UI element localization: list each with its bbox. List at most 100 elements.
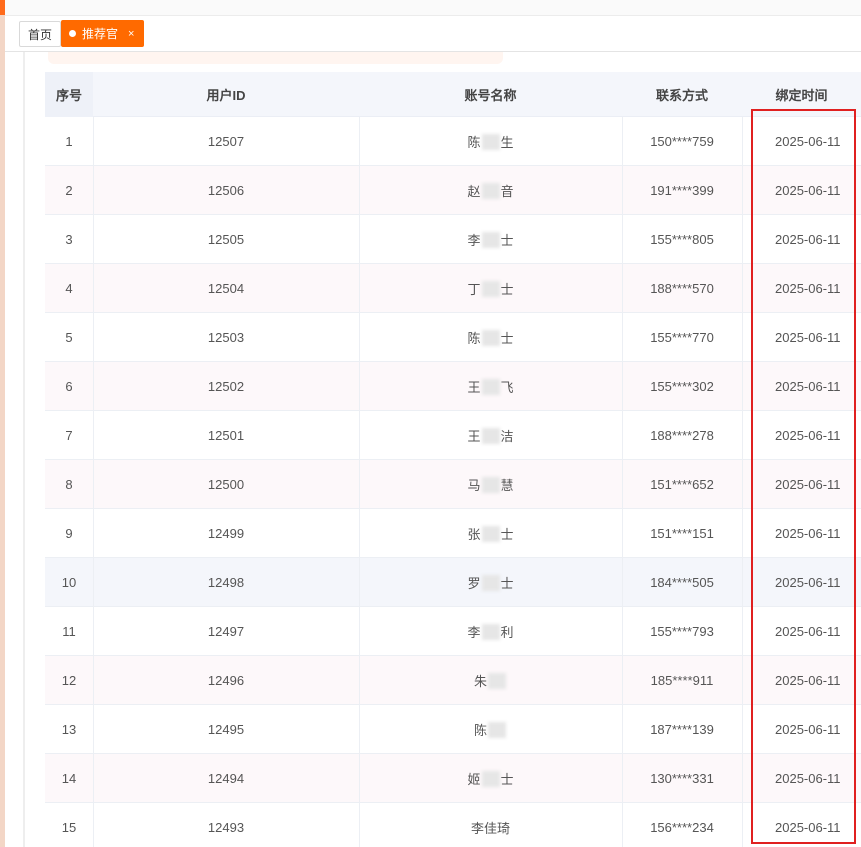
cell-contact: 155****302 [650,379,714,394]
cell-no: 11 [62,624,76,639]
redacted-mask [481,280,500,297]
column-divider [622,460,623,509]
close-icon[interactable]: × [128,28,134,40]
column-divider [622,117,623,166]
redacted-mask [481,574,500,591]
active-dot-icon [69,30,76,37]
redacted-mask [481,182,500,199]
table-row[interactable]: 6 12502 王飞 155****302 2025-06-11 [45,362,861,411]
cell-contact: 155****793 [650,624,714,639]
toolbar-strip [48,52,503,64]
tab-recommender-label: 推荐官 [82,27,119,41]
column-divider [742,656,743,705]
account-name-last: 士 [500,576,514,591]
tab-home[interactable]: 首页 [19,21,61,47]
account-name-last: 士 [500,527,514,542]
table-row[interactable]: 7 12501 王洁 188****278 2025-06-11 [45,411,861,460]
account-name-last: 利 [500,625,514,640]
cell-user-id: 12507 [207,134,245,149]
account-name-last: 洁 [500,429,514,444]
redacted-mask [481,133,500,150]
table-row[interactable]: 10 12498 罗士 184****505 2025-06-11 [45,558,861,607]
cell-contact: 188****570 [650,281,714,296]
cell-user-id: 12504 [207,281,245,296]
column-divider [359,656,360,705]
column-divider [742,460,743,509]
redacted-mask [481,476,500,493]
account-name-first: 罗 [467,576,481,591]
account-name-first: 朱 [473,674,487,689]
column-divider [359,558,360,607]
table-row[interactable]: 9 12499 张士 151****151 2025-06-11 [45,509,861,558]
cell-user-id: 12493 [207,820,245,835]
column-divider [93,362,94,411]
account-name-last: 士 [500,772,514,787]
cell-contact: 185****911 [650,673,714,688]
column-divider [742,215,743,264]
table-row[interactable]: 12 12496 朱 185****911 2025-06-11 [45,656,861,705]
table-row[interactable]: 3 12505 李士 155****805 2025-06-11 [45,215,861,264]
column-header-no: 序号 [45,72,93,117]
column-divider [93,215,94,264]
column-divider [93,558,94,607]
column-divider [359,264,360,313]
account-name-last: 士 [500,282,514,297]
column-divider [93,705,94,754]
cell-user-id: 12503 [207,330,245,345]
table-row[interactable]: 1 12507 陈生 150****759 2025-06-11 [45,117,861,166]
column-divider [93,313,94,362]
table-row[interactable]: 2 12506 赵音 191****399 2025-06-11 [45,166,861,215]
redacted-mask [481,427,500,444]
column-divider [93,607,94,656]
column-divider [93,509,94,558]
column-divider [742,411,743,460]
table-row[interactable]: 4 12504 丁士 188****570 2025-06-11 [45,264,861,313]
column-divider [93,754,94,803]
table-row[interactable]: 15 12493 李佳琦 156****234 2025-06-11 [45,803,861,847]
table-row[interactable]: 8 12500 马慧 151****652 2025-06-11 [45,460,861,509]
cell-account-name: 王飞 [359,362,622,411]
column-divider [622,803,623,847]
cell-no: 15 [61,820,77,835]
cell-user-id: 12497 [207,624,245,639]
cell-no: 13 [61,722,77,737]
column-divider [359,754,360,803]
column-divider [622,313,623,362]
cell-contact: 156****234 [650,820,714,835]
cell-no: 8 [65,477,73,492]
table-row[interactable]: 11 12497 李利 155****793 2025-06-11 [45,607,861,656]
cell-no: 12 [61,673,77,688]
table-row[interactable]: 13 12495 陈 187****139 2025-06-11 [45,705,861,754]
column-divider [742,705,743,754]
cell-no: 2 [65,183,73,198]
cell-no: 1 [65,134,73,149]
column-divider [622,754,623,803]
column-divider [622,558,623,607]
column-header-account-name: 账号名称 [464,88,517,103]
cell-contact: 188****278 [650,428,714,443]
account-name-first: 李 [467,233,481,248]
account-name-first: 李佳琦 [470,821,510,836]
account-name-last: 慧 [500,478,514,493]
account-name-first: 赵 [467,184,481,199]
cell-account-name: 李利 [359,607,622,656]
cell-no: 3 [65,232,73,247]
column-divider [742,117,743,166]
column-divider [742,166,743,215]
column-header-contact: 联系方式 [655,88,708,103]
account-name-first: 王 [467,429,481,444]
cell-user-id: 12496 [207,673,245,688]
account-name-last: 士 [500,233,514,248]
cell-account-name: 陈 [359,705,622,754]
column-divider [742,362,743,411]
column-divider [742,509,743,558]
column-divider [359,607,360,656]
cell-account-name: 张士 [359,509,622,558]
column-divider [93,411,94,460]
column-divider [622,264,623,313]
tab-recommender[interactable]: 推荐官 × [61,20,144,47]
column-divider [359,460,360,509]
cell-no: 10 [61,575,77,590]
table-row[interactable]: 5 12503 陈士 155****770 2025-06-11 [45,313,861,362]
table-row[interactable]: 14 12494 姬士 130****331 2025-06-11 [45,754,861,803]
